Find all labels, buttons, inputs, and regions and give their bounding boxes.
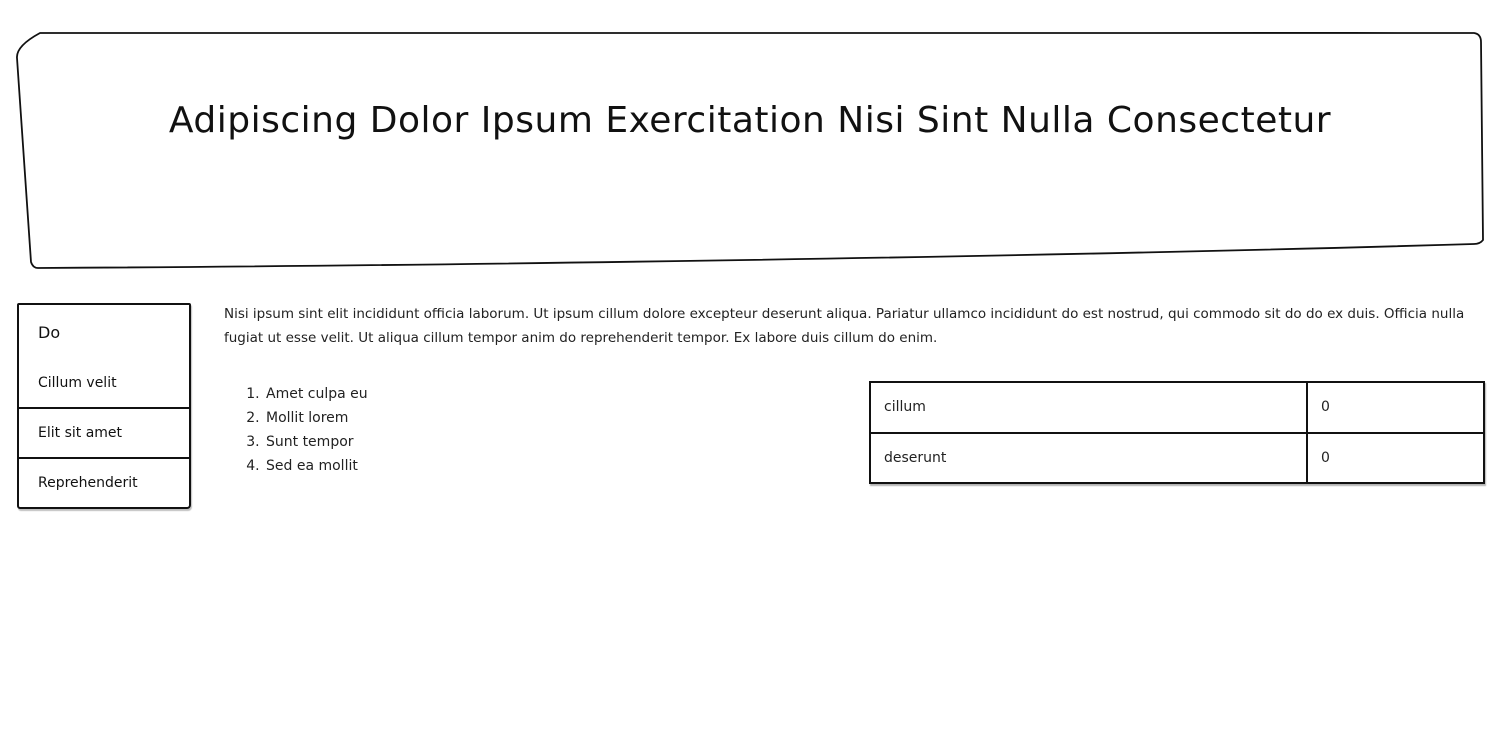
- sidebar-row-reprehenderit[interactable]: Reprehenderit: [19, 459, 189, 507]
- table-row: cillum 0: [871, 383, 1483, 432]
- page-title: Adipiscing Dolor Ipsum Exercitation Nisi…: [168, 100, 1332, 141]
- sidebar-heading: Do: [38, 323, 61, 342]
- sidebar-item-cillum-velit[interactable]: Cillum velit: [19, 375, 117, 391]
- sidebar-row-elit-sit-amet[interactable]: Elit sit amet: [19, 409, 189, 459]
- data-table: cillum 0 deserunt 0: [869, 381, 1485, 484]
- table-row: deserunt 0: [871, 431, 1483, 482]
- ordered-list: Amet culpa eu Mollit lorem Sunt tempor S…: [224, 382, 368, 478]
- table-cell-value: 0: [1321, 399, 1330, 416]
- table-cell-label: cillum: [871, 383, 1308, 432]
- list-item: Sunt tempor: [264, 430, 368, 454]
- sidebar-header-section: Do Cillum velit: [19, 305, 189, 409]
- list-item: Sed ea mollit: [264, 454, 368, 478]
- list-item: Mollit lorem: [264, 406, 368, 430]
- sidebar: Do Cillum velit Elit sit amet Reprehende…: [17, 303, 191, 509]
- list-item: Amet culpa eu: [264, 382, 368, 406]
- sidebar-item-reprehenderit[interactable]: Reprehenderit: [19, 475, 138, 491]
- sidebar-item-elit-sit-amet[interactable]: Elit sit amet: [19, 425, 122, 441]
- table-cell-value: 0: [1321, 449, 1330, 466]
- page: Adipiscing Dolor Ipsum Exercitation Nisi…: [0, 0, 1500, 752]
- body-paragraph: Nisi ipsum sint elit incididunt officia …: [224, 306, 1465, 346]
- table-cell-label: deserunt: [871, 433, 1308, 482]
- header-box: [16, 30, 1484, 269]
